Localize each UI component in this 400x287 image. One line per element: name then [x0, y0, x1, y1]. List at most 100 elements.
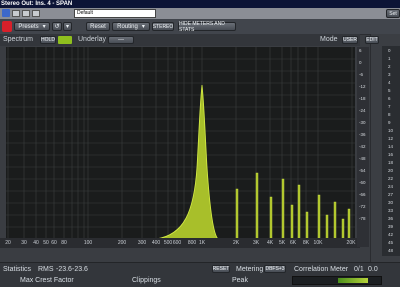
- db-tick: -72: [359, 204, 366, 209]
- meter-tick: 4: [388, 80, 391, 85]
- meter-tick: 2: [388, 64, 391, 69]
- db-tick: -48: [359, 156, 366, 161]
- undo-menu-button[interactable]: ▾: [63, 22, 72, 31]
- correlation-value-a: 0/1: [354, 266, 364, 273]
- meter-tick: 39: [388, 224, 394, 229]
- harmonic-bar: [317, 194, 321, 240]
- hold-indicator[interactable]: [58, 36, 72, 44]
- freq-tick: 8K: [302, 240, 310, 246]
- freq-tick: 800: [187, 240, 197, 246]
- correlation-meter-fill: [338, 278, 368, 283]
- freq-tick: 1K: [198, 240, 206, 246]
- meter-tick: 6: [388, 96, 391, 101]
- logo-icon: [2, 21, 12, 32]
- chevron-down-icon: ▾: [141, 24, 145, 30]
- rms-right-value: -23.6: [72, 266, 88, 273]
- harmonic-bar: [305, 211, 309, 240]
- freq-tick: 20: [5, 240, 11, 246]
- setup-button[interactable]: Set: [386, 9, 400, 18]
- plugin-settings-icon[interactable]: [22, 10, 30, 17]
- correlation-meter: [292, 276, 382, 285]
- mode-user-button[interactable]: USER: [342, 36, 358, 44]
- spectrum-header: Spectrum HOLD Underlay --- Mode USER: [0, 34, 360, 46]
- harmonic-bar: [325, 214, 329, 240]
- spectrum-peak: [155, 84, 219, 240]
- freq-tick: 2K: [232, 240, 240, 246]
- meter-tick: 5: [388, 88, 391, 93]
- harmonic-bar: [269, 196, 273, 240]
- harmonic-bar: [341, 218, 345, 240]
- chevron-down-icon: ▾: [42, 24, 46, 30]
- stereo-button[interactable]: STEREO: [152, 22, 174, 31]
- plugin-menu-icon[interactable]: [12, 10, 20, 17]
- chevron-down-icon: ▾: [65, 24, 69, 30]
- db-tick: -12: [359, 84, 366, 89]
- metering-select[interactable]: DBFS+3: [264, 265, 286, 273]
- spectrum-svg: [6, 47, 355, 240]
- harmonic-bar: [347, 208, 351, 240]
- meter-tick: 8: [388, 112, 391, 117]
- harmonic-bar: [297, 184, 301, 240]
- meter-tick: 22: [388, 176, 394, 181]
- routing-button[interactable]: Routing ▾: [112, 22, 150, 31]
- db-tick: 6: [359, 48, 362, 53]
- harmonic-bar: [255, 172, 259, 240]
- meter-tick: 9: [388, 120, 391, 125]
- meter-tick: 10: [388, 128, 394, 133]
- window-title: Stereo Out: Ins. 4 - SPAN: [1, 1, 73, 7]
- meter-tick: 24: [388, 184, 394, 189]
- reset-button[interactable]: Reset: [86, 22, 110, 31]
- harmonic-bar: [333, 201, 337, 240]
- freq-tick: 6K: [289, 240, 297, 246]
- meter-tick: 33: [388, 208, 394, 213]
- freq-tick: 20K: [346, 240, 356, 246]
- meter-tick: 0: [388, 48, 391, 53]
- underlay-label: Underlay: [78, 36, 107, 43]
- undo-button[interactable]: ↺: [52, 22, 62, 31]
- meter-tick: 42: [388, 232, 394, 237]
- meter-tick: 16: [388, 152, 394, 157]
- spectrum-plot[interactable]: [6, 47, 355, 240]
- meter-tick: 14: [388, 144, 394, 149]
- harmonic-bar: [290, 204, 294, 240]
- freq-tick: 400: [151, 240, 161, 246]
- rms-label: RMS: [38, 266, 54, 273]
- db-tick: -24: [359, 108, 366, 113]
- db-tick: -36: [359, 132, 366, 137]
- statistics-panel: Statistics RMS -23.6 -23.6 RESET Meterin…: [0, 262, 400, 287]
- meter-tick: 7: [388, 104, 391, 109]
- freq-tick: 600: [172, 240, 182, 246]
- freq-tick: 60: [51, 240, 57, 246]
- plugin-arrow-icon[interactable]: [32, 10, 40, 17]
- meter-tick: 1: [388, 56, 391, 61]
- harmonic-bar: [281, 178, 285, 240]
- hold-button[interactable]: HOLD: [40, 36, 56, 44]
- preset-field[interactable]: Default: [74, 9, 156, 18]
- freq-tick: 200: [117, 240, 127, 246]
- rms-left-value: -23.6: [56, 266, 72, 273]
- db-tick: -30: [359, 120, 366, 125]
- freq-tick: 300: [137, 240, 147, 246]
- correlation-value-b: 0.0: [368, 266, 378, 273]
- freq-tick: 30: [21, 240, 27, 246]
- db-tick: 0: [359, 60, 362, 65]
- freq-tick: 50: [43, 240, 49, 246]
- freq-tick: 5K: [278, 240, 286, 246]
- harmonic-bar: [235, 188, 239, 240]
- hide-meters-button[interactable]: HIDE METERS AND STATS: [178, 21, 236, 33]
- db-tick: -60: [359, 180, 366, 185]
- plugin-toolbar: Presets ▾ ↺ ▾ Reset Routing ▾ STEREO HID…: [0, 19, 400, 35]
- presets-button[interactable]: Presets ▾: [14, 22, 50, 31]
- underlay-select[interactable]: ---: [108, 36, 134, 44]
- freq-tick: 3K: [252, 240, 260, 246]
- freq-tick: 4K: [266, 240, 274, 246]
- freq-tick: 40: [33, 240, 39, 246]
- freq-tick: 100: [83, 240, 93, 246]
- spectrum-label: Spectrum: [3, 36, 33, 43]
- reset-stats-button[interactable]: RESET: [212, 265, 230, 273]
- freq-tick: 500: [163, 240, 173, 246]
- mode-label: Mode: [320, 36, 338, 43]
- db-tick: -78: [359, 216, 366, 221]
- plugin-power-icon[interactable]: [2, 9, 10, 17]
- edit-button[interactable]: EDIT: [365, 36, 379, 44]
